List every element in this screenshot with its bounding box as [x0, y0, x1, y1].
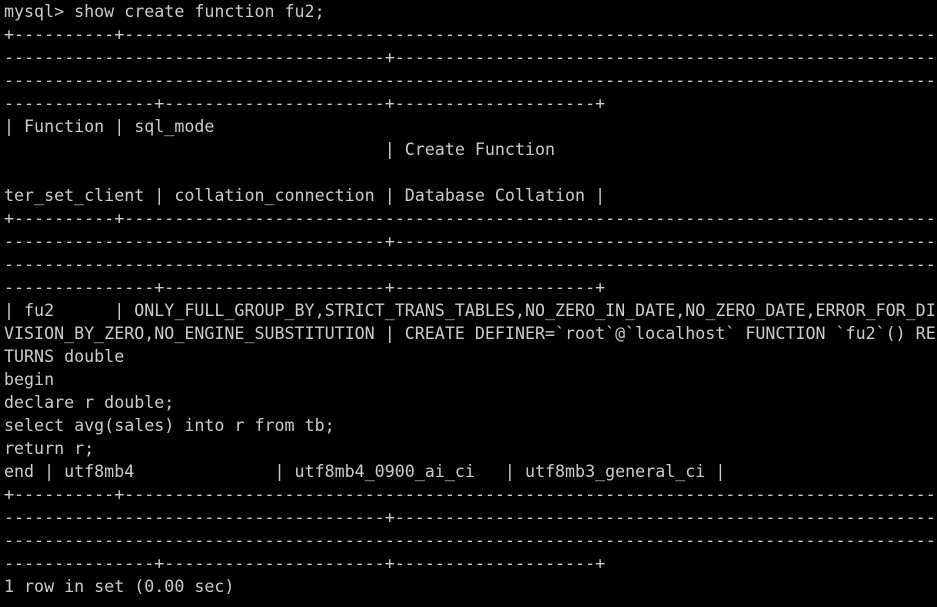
command-line: mysql> show create function fu2; [4, 2, 325, 21]
table-border-line: ----------------------------------------… [4, 255, 937, 274]
terminal-window[interactable]: mysql> show create function fu2; +------… [0, 0, 937, 607]
table-border-line: ---------------+----------------------+-… [4, 278, 606, 297]
table-border-line: ---------------+----------------------+-… [4, 554, 606, 573]
table-row-line: | fu2 | ONLY_FULL_GROUP_BY,STRICT_TRANS_… [4, 301, 936, 320]
table-border-line: --------------------------------------+-… [4, 48, 937, 67]
table-border-line: --------------------------------------+-… [4, 232, 937, 251]
table-border-line: ----------------------------------------… [4, 531, 937, 550]
table-border-line: +----------+----------------------------… [4, 485, 937, 504]
table-border-line: +----------+----------------------------… [4, 25, 937, 44]
table-row-line: select avg(sales) into r from tb; [4, 416, 335, 435]
table-row-line: declare r double; [4, 393, 175, 412]
table-row-line: begin [4, 370, 55, 389]
table-border-line: ----------------------------------------… [4, 71, 937, 90]
table-row-line: return r; [4, 439, 95, 458]
table-border-line: ---------------+----------------------+-… [4, 94, 606, 113]
table-row-line: TURNS double [4, 347, 125, 366]
table-header-line: | Function | sql_mode [4, 117, 215, 136]
table-row-line: end | utf8mb4 | utf8mb4_0900_ai_ci | utf… [4, 462, 726, 481]
table-border-line: --------------------------------------+-… [4, 508, 937, 527]
table-header-line: | charac [4, 161, 937, 184]
result-summary-line: 1 row in set (0.00 sec) [4, 577, 235, 596]
table-border-line: +----------+----------------------------… [4, 209, 937, 228]
table-header-line: | Create Function [4, 140, 556, 159]
table-row-line: VISION_BY_ZERO,NO_ENGINE_SUBSTITUTION | … [4, 324, 936, 343]
table-header-line: ter_set_client | collation_connection | … [4, 186, 606, 205]
